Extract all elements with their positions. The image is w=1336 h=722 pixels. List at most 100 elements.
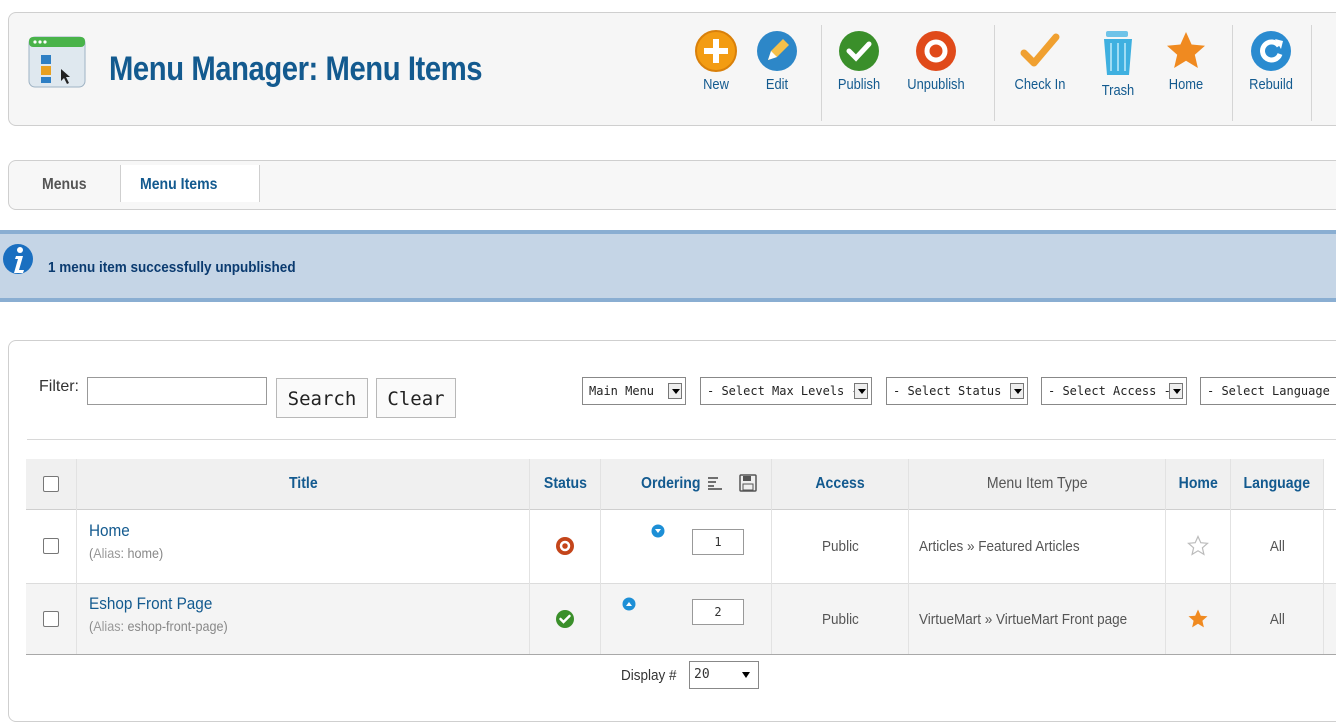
- column-title[interactable]: Title: [77, 459, 529, 509]
- column-ordering[interactable]: Ordering: [601, 459, 771, 509]
- menu-item-type-value: Articles » Featured Articles: [919, 537, 1080, 555]
- divider: [26, 509, 1336, 510]
- column-divider: [1230, 459, 1231, 654]
- column-language-label: Language: [1243, 475, 1311, 492]
- column-divider: [908, 459, 909, 654]
- row-access-cell: Public: [772, 511, 908, 581]
- row-ordering-cell: 2: [601, 584, 771, 654]
- divider: [26, 654, 1336, 655]
- filter-label: Filter:: [39, 378, 79, 395]
- stop-circle-icon: [916, 31, 956, 71]
- chevron-down-icon: [668, 383, 682, 399]
- unpublished-icon[interactable]: [555, 536, 575, 556]
- column-access[interactable]: Access: [772, 459, 908, 509]
- access-value: Public: [821, 610, 859, 628]
- menu-select-value: Main Menu: [589, 384, 655, 398]
- star-outline-icon[interactable]: [1187, 535, 1209, 557]
- alias-key: Alias: [93, 545, 121, 561]
- move-down-icon[interactable]: [651, 524, 665, 538]
- search-button[interactable]: Search: [276, 378, 368, 418]
- column-home-label: Home: [1178, 475, 1218, 492]
- trash-icon: [1104, 31, 1132, 75]
- new-label: New: [703, 76, 729, 93]
- table-row: Eshop Front Page (Alias: eshop-front-pag…: [26, 584, 1336, 654]
- row-home-cell: [1166, 511, 1230, 581]
- check-in-button[interactable]: Check In: [1005, 29, 1075, 121]
- submenu-menus[interactable]: Menus: [42, 176, 87, 194]
- menu-select[interactable]: Main Menu: [582, 377, 686, 405]
- display-label: Display #: [621, 667, 677, 684]
- unpublish-button[interactable]: Unpublish: [901, 29, 971, 121]
- home-button[interactable]: Home: [1151, 29, 1221, 121]
- row-home-cell: [1166, 584, 1230, 654]
- row-checkbox[interactable]: [43, 538, 59, 554]
- access-select-value: - Select Access -: [1048, 384, 1171, 398]
- language-select-value: - Select Language -: [1207, 384, 1336, 398]
- column-home[interactable]: Home: [1166, 459, 1230, 509]
- row-type-cell: Articles » Featured Articles: [909, 511, 1165, 581]
- column-divider: [1323, 459, 1324, 654]
- chevron-down-icon: [1169, 383, 1183, 399]
- column-language[interactable]: Language: [1231, 459, 1323, 509]
- sort-icon: [708, 477, 722, 490]
- item-title-link[interactable]: Eshop Front Page: [89, 594, 212, 614]
- item-alias: (Alias: eshop-front-page): [89, 618, 228, 634]
- publish-label: Publish: [837, 76, 881, 93]
- row-checkbox[interactable]: [43, 611, 59, 627]
- max-levels-select[interactable]: - Select Max Levels -: [700, 377, 872, 405]
- select-all-header: [26, 459, 76, 509]
- checkmark-circle-icon: [839, 31, 879, 71]
- item-alias: (Alias: home): [89, 545, 164, 561]
- row-status-cell: [530, 584, 600, 654]
- status-select-value: - Select Status -: [893, 384, 1016, 398]
- max-levels-select-value: - Select Max Levels -: [707, 384, 859, 398]
- rebuild-label: Rebuild: [1249, 76, 1293, 93]
- divider: [27, 439, 1336, 440]
- ordering-input[interactable]: 1: [692, 529, 744, 555]
- published-icon[interactable]: [555, 609, 575, 629]
- select-all-checkbox[interactable]: [43, 476, 59, 492]
- move-up-icon[interactable]: [622, 597, 636, 611]
- status-select[interactable]: - Select Status -: [886, 377, 1028, 405]
- column-ordering-label: Ordering: [641, 475, 701, 492]
- display-limit-value: 20: [694, 667, 710, 682]
- row-checkbox-cell: [26, 511, 76, 581]
- clear-button[interactable]: Clear: [376, 378, 456, 418]
- checkmark-icon: [1020, 33, 1060, 67]
- ordering-input[interactable]: 2: [692, 599, 744, 625]
- column-divider: [1165, 459, 1166, 654]
- item-title-link[interactable]: Home: [89, 521, 130, 541]
- publish-button[interactable]: Publish: [824, 29, 894, 121]
- alias-value: eshop-front-page: [127, 618, 224, 634]
- column-menu-item-type: Menu Item Type: [909, 459, 1165, 509]
- new-button[interactable]: New: [681, 29, 751, 121]
- language-select[interactable]: - Select Language -: [1200, 377, 1336, 405]
- column-divider: [771, 459, 772, 654]
- row-access-cell: Public: [772, 584, 908, 654]
- access-select[interactable]: - Select Access -: [1041, 377, 1187, 405]
- menu-item-type-value: VirtueMart » VirtueMart Front page: [919, 610, 1128, 628]
- display-limit-select[interactable]: 20: [689, 661, 759, 689]
- language-value: All: [1269, 537, 1285, 555]
- save-order-icon[interactable]: [739, 474, 757, 492]
- refresh-icon: [1251, 31, 1291, 71]
- filter-input[interactable]: [87, 377, 267, 405]
- toolbar-divider: [821, 25, 822, 121]
- row-language-cell: All: [1231, 584, 1323, 654]
- column-menu-item-type-label: Menu Item Type: [986, 475, 1088, 492]
- toolbar-divider: [994, 25, 995, 121]
- language-value: All: [1269, 610, 1285, 628]
- star-icon[interactable]: [1187, 608, 1209, 630]
- column-status-label: Status: [543, 475, 587, 492]
- column-access-label: Access: [815, 475, 865, 492]
- toolbar-divider: [1311, 25, 1312, 121]
- access-value: Public: [821, 537, 859, 555]
- column-status[interactable]: Status: [530, 459, 600, 509]
- submenu-menu-items[interactable]: Menu Items: [140, 176, 217, 194]
- rebuild-button[interactable]: Rebuild: [1236, 29, 1306, 121]
- toolbar: Menu Manager: Menu Items New Edit Publis…: [8, 12, 1336, 126]
- edit-button[interactable]: Edit: [742, 29, 812, 121]
- trash-button[interactable]: Trash: [1083, 29, 1153, 121]
- column-divider: [76, 459, 77, 654]
- message-text: 1 menu item successfully unpublished: [48, 259, 296, 276]
